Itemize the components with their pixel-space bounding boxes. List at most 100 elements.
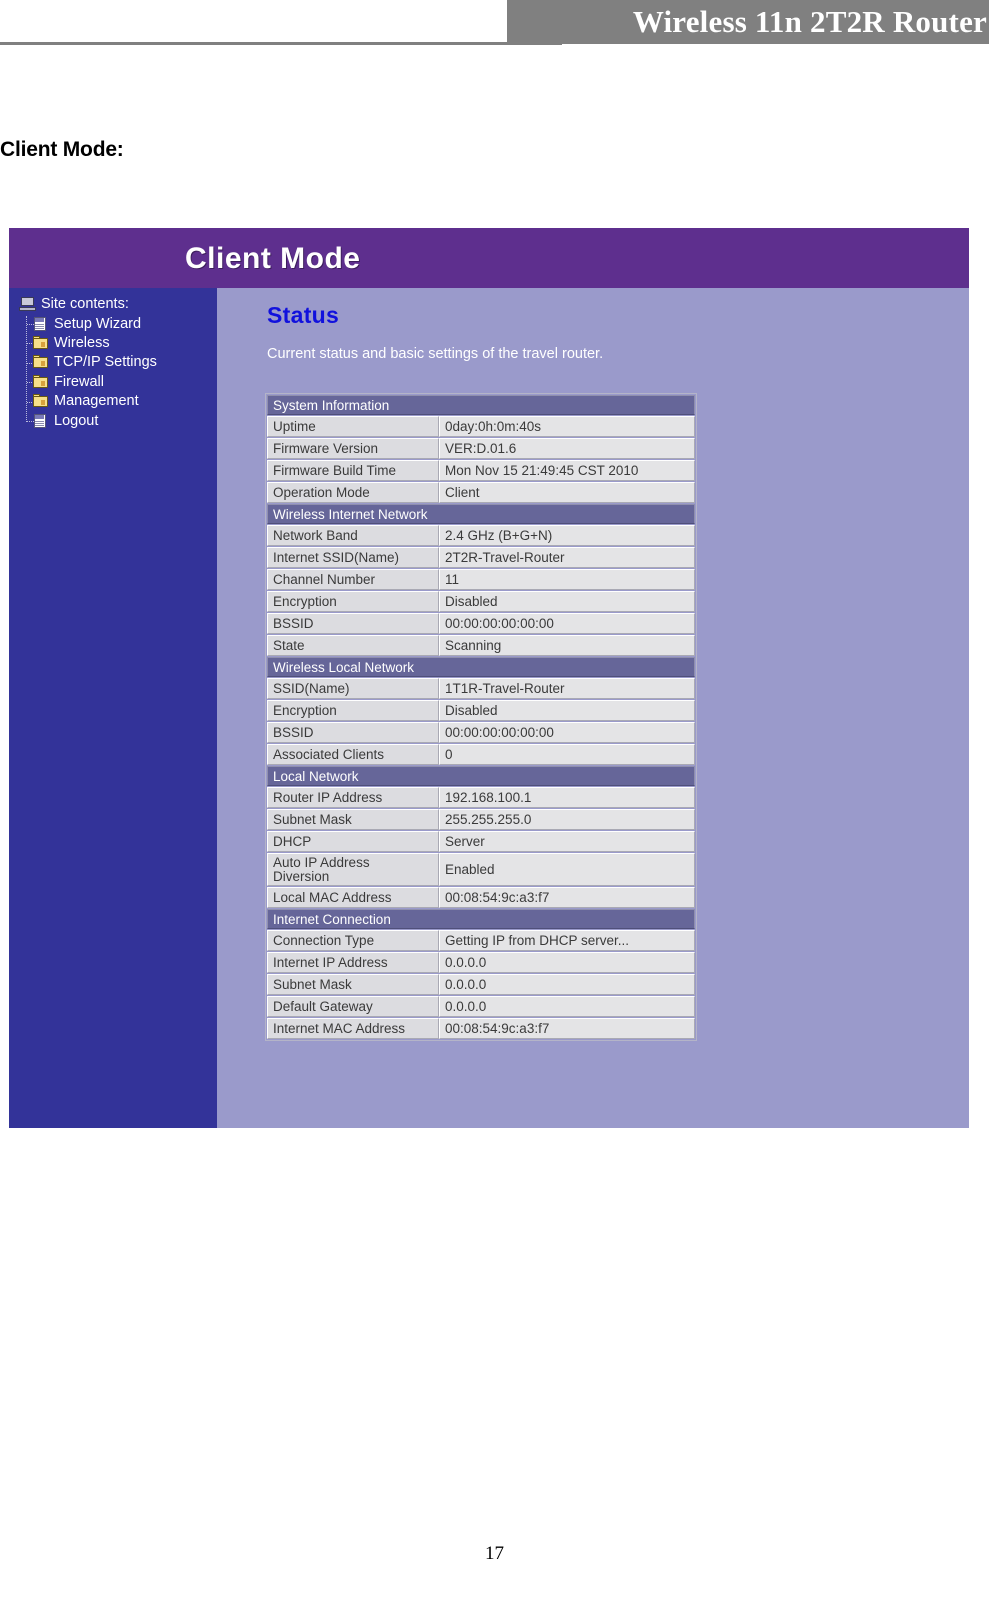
sidebar-item-setup-wizard[interactable]: Setup Wizard <box>9 314 157 333</box>
table-row: Connection Type Getting IP from DHCP serv… <box>267 930 695 951</box>
table-row-label: Internet MAC Address <box>267 1018 439 1039</box>
header-divider <box>0 42 562 45</box>
table-row-value: 2T2R-Travel-Router <box>439 547 695 568</box>
sidebar-items: Setup Wizard Wireless TCP/IP Settings Fi… <box>9 314 157 430</box>
table-row-label: SSID(Name) <box>267 678 439 699</box>
table-row-label: Subnet Mask <box>267 809 439 830</box>
table-row-label: Internet SSID(Name) <box>267 547 439 568</box>
table-row: State Scanning <box>267 635 695 656</box>
table-row-value: Enabled <box>439 853 695 886</box>
table-row-value: 00:00:00:00:00:00 <box>439 722 695 743</box>
table-row-value: Mon Nov 15 21:49:45 CST 2010 <box>439 460 695 481</box>
table-row-label: DHCP <box>267 831 439 852</box>
table-row-label: Associated Clients <box>267 744 439 765</box>
table-row-value: 00:08:54:9c:a3:f7 <box>439 887 695 908</box>
table-row-value: Client <box>439 482 695 503</box>
table-row-label: Local MAC Address <box>267 887 439 908</box>
table-row-value: Getting IP from DHCP server... <box>439 930 695 951</box>
folder-icon <box>33 355 48 369</box>
sidebar: Site contents: Setup Wizard Wireless TCP… <box>9 288 217 1128</box>
sidebar-item-logout[interactable]: Logout <box>9 411 157 430</box>
table-section-heading: Wireless Internet Network <box>267 504 695 524</box>
table-row-value: 255.255.255.0 <box>439 809 695 830</box>
tree-root-label: Site contents: <box>41 296 129 312</box>
table-row-label: Firmware Version <box>267 438 439 459</box>
table-row: Firmware Version VER:D.01.6 <box>267 438 695 459</box>
table-row-label: Default Gateway <box>267 996 439 1017</box>
table-row: Auto IP Address Diversion Enabled <box>267 853 695 886</box>
table-row-value: Disabled <box>439 591 695 612</box>
table-row-value: 00:00:00:00:00:00 <box>439 613 695 634</box>
table-row-label: BSSID <box>267 613 439 634</box>
table-row: Encryption Disabled <box>267 591 695 612</box>
table-row-value: 1T1R-Travel-Router <box>439 678 695 699</box>
table-row: DHCP Server <box>267 831 695 852</box>
table-row: Internet IP Address 0.0.0.0 <box>267 952 695 973</box>
header-banner: Wireless 11n 2T2R Router <box>507 0 989 44</box>
table-row-label: Encryption <box>267 591 439 612</box>
table-row: SSID(Name) 1T1R-Travel-Router <box>267 678 695 699</box>
table-row-value: 2.4 GHz (B+G+N) <box>439 525 695 546</box>
page-title: Status <box>267 302 340 328</box>
table-row: Network Band 2.4 GHz (B+G+N) <box>267 525 695 546</box>
table-row-value: Server <box>439 831 695 852</box>
table-row-label: Operation Mode <box>267 482 439 503</box>
mode-banner: Client Mode <box>9 228 969 288</box>
sidebar-item-label: Firewall <box>54 373 104 390</box>
table-section-heading: System Information <box>267 395 695 415</box>
page-icon <box>33 413 48 428</box>
table-row-value: Scanning <box>439 635 695 656</box>
table-row-label: BSSID <box>267 722 439 743</box>
table-row-value: 0.0.0.0 <box>439 952 695 973</box>
table-section-heading: Internet Connection <box>267 909 695 929</box>
sidebar-item-label: Management <box>54 393 139 410</box>
table-row-value: Disabled <box>439 700 695 721</box>
table-row-label: Internet IP Address <box>267 952 439 973</box>
table-row-label: Router IP Address <box>267 787 439 808</box>
table-row-value: 0 <box>439 744 695 765</box>
table-row-value: 00:08:54:9c:a3:f7 <box>439 1018 695 1039</box>
table-row-value: 0day:0h:0m:40s <box>439 416 695 437</box>
table-row-value: 192.168.100.1 <box>439 787 695 808</box>
content-pane: Status Current status and basic settings… <box>217 288 969 1128</box>
table-row: Associated Clients 0 <box>267 744 695 765</box>
table-row: Router IP Address 192.168.100.1 <box>267 787 695 808</box>
folder-icon <box>33 336 48 350</box>
table-row-label: State <box>267 635 439 656</box>
table-row-value: 0.0.0.0 <box>439 974 695 995</box>
table-row: Channel Number 11 <box>267 569 695 590</box>
sidebar-item-management[interactable]: Management <box>9 392 157 411</box>
document-header: Wireless 11n 2T2R Router <box>0 0 989 46</box>
table-row-value: VER:D.01.6 <box>439 438 695 459</box>
table-row-value: 11 <box>439 569 695 590</box>
table-row: Default Gateway 0.0.0.0 <box>267 996 695 1017</box>
status-table: System Information Uptime 0day:0h:0m:40s Fi… <box>265 393 697 1041</box>
sidebar-item-label: Wireless <box>54 335 110 352</box>
page-number: 17 <box>485 1543 504 1564</box>
table-row: Firmware Build Time Mon Nov 15 21:49:45 C… <box>267 460 695 481</box>
table-section-heading: Wireless Local Network <box>267 657 695 677</box>
table-section-heading: Local Network <box>267 766 695 786</box>
table-row: Uptime 0day:0h:0m:40s <box>267 416 695 437</box>
header-title: Wireless 11n 2T2R Router <box>632 4 987 39</box>
page-description: Current status and basic settings of the… <box>267 346 604 362</box>
table-row: BSSID 00:00:00:00:00:00 <box>267 613 695 634</box>
table-row-label: Firmware Build Time <box>267 460 439 481</box>
computer-icon <box>19 297 36 311</box>
table-row: Encryption Disabled <box>267 700 695 721</box>
table-row: Internet SSID(Name) 2T2R-Travel-Router <box>267 547 695 568</box>
table-row-label: Subnet Mask <box>267 974 439 995</box>
page-icon <box>33 316 48 331</box>
table-row: Subnet Mask 0.0.0.0 <box>267 974 695 995</box>
sidebar-item-wireless[interactable]: Wireless <box>9 333 157 352</box>
sidebar-item-label: Setup Wizard <box>54 315 142 332</box>
table-row: Internet MAC Address 00:08:54:9c:a3:f7 <box>267 1018 695 1039</box>
table-row: BSSID 00:00:00:00:00:00 <box>267 722 695 743</box>
table-row-label: Encryption <box>267 700 439 721</box>
folder-icon <box>33 374 48 389</box>
tree-root: Site contents: <box>19 296 129 312</box>
sidebar-item-label: TCP/IP Settings <box>54 354 157 371</box>
sidebar-item-firewall[interactable]: Firewall <box>9 372 157 391</box>
sidebar-item-tcpip-settings[interactable]: TCP/IP Settings <box>9 353 157 372</box>
table-row-value: 0.0.0.0 <box>439 996 695 1017</box>
